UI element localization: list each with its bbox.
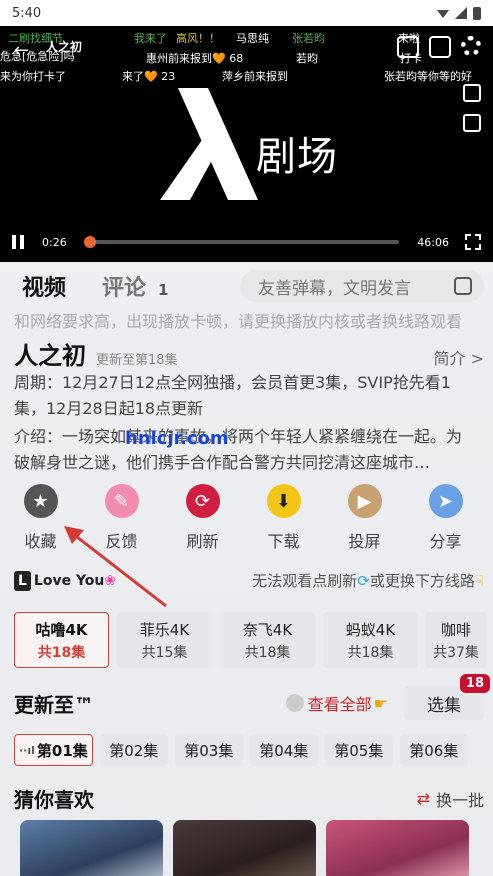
- danmaku-toggle-icon[interactable]: [463, 84, 481, 102]
- pip-icon[interactable]: [397, 36, 419, 58]
- video-player[interactable]: 二刷找细节 我来了 高风！！ 马思纯 张若昀 来啦 ← 人之初 危急[危急险]吗…: [0, 26, 493, 262]
- danmaku: 危急[危急险]吗: [0, 50, 75, 63]
- danmaku: 惠州前来报到🧡 68: [146, 52, 244, 65]
- source-hint: 无法观看点刷新⟳或更换下方线路☟: [252, 572, 484, 590]
- danmaku: 若昀: [296, 52, 318, 65]
- action-label: 分享: [429, 532, 462, 551]
- danmaku: 来为你打卡了: [0, 70, 66, 83]
- star-icon: ★: [23, 484, 58, 518]
- action-label: 投屏: [348, 532, 381, 551]
- episode-item[interactable]: 第04集: [249, 734, 318, 766]
- tab-bar: 视频 评论 1 友善弹幕，文明发言: [0, 266, 493, 306]
- status-bar: 5:40: [0, 0, 493, 26]
- summary-text: 介绍：一场突如其来的事故，将两个年轻人紧紧缠绕在一起。为破解身世之谜，他们携手合…: [14, 427, 463, 472]
- total-time: 46:06: [417, 235, 449, 249]
- notice-marquee: 和网络要求高，出现播放卡顿，请更换播放内核或者换线路观看: [14, 312, 463, 331]
- danmu-placeholder: 友善弹幕，文明发言: [258, 278, 411, 299]
- episode-item[interactable]: 第05集: [324, 734, 393, 766]
- danmaku: 来了🧡 23: [122, 70, 176, 83]
- episode-list: ··ıl 第01集 第02集 第03集 第04集 第05集 第06集: [14, 734, 493, 766]
- source-option[interactable]: 奈飞4K 共18集: [220, 612, 315, 668]
- source-option[interactable]: 菲乐4K 共15集: [117, 612, 212, 668]
- share-button[interactable]: ➤ 分享: [405, 484, 486, 552]
- episode-item[interactable]: ··ıl 第01集: [14, 734, 93, 766]
- schedule-text: 周期：12月27日12点全网独播，会员首更3集，SVIP抢先看1集，12月28日…: [14, 373, 451, 418]
- danmaku: 张若昀等你等的好: [384, 70, 472, 83]
- danmaku-settings-icon[interactable]: [463, 114, 481, 132]
- recommend-list: [20, 820, 493, 876]
- tab-comment-label: 评论: [102, 276, 147, 301]
- danmaku: 马思纯: [236, 32, 269, 45]
- love-you-sticker: L Love You❀: [14, 570, 116, 591]
- update-title: 更新至™: [14, 692, 94, 717]
- comment-count: 1: [158, 281, 169, 299]
- pause-icon[interactable]: [12, 235, 26, 249]
- tab-video[interactable]: 视频: [22, 270, 66, 302]
- battery-icon: [473, 6, 481, 20]
- recommend-poster[interactable]: [173, 820, 316, 876]
- action-label: 收藏: [24, 532, 57, 551]
- pointing-down-icon: ☟: [474, 572, 484, 590]
- episode-item[interactable]: 第02集: [99, 734, 168, 766]
- cast-button[interactable]: ▶ 投屏: [324, 484, 405, 552]
- danmu-input[interactable]: 友善弹幕，文明发言: [240, 270, 484, 302]
- tv-icon: ▶: [347, 484, 382, 518]
- x-logo-icon: [160, 88, 258, 200]
- danmaku: 我来了: [134, 32, 167, 45]
- download-icon: ⬇: [266, 484, 301, 518]
- source-option[interactable]: 咕噜4K 共18集: [14, 612, 109, 668]
- guess-title: 猜你喜欢: [14, 788, 94, 812]
- status-time: 5:40: [12, 5, 42, 21]
- refresh-button[interactable]: ⟳ 刷新: [162, 484, 243, 552]
- download-button[interactable]: ⬇ 下载: [243, 484, 324, 552]
- tab-comment[interactable]: 评论 1: [102, 270, 168, 302]
- current-time: 0:26: [42, 235, 67, 249]
- episode-picker-button[interactable]: 选集 18: [404, 674, 490, 720]
- signal-icon: [455, 7, 467, 19]
- logo-text: 剧场: [256, 134, 338, 180]
- pencil-icon: ✎: [104, 484, 139, 518]
- danmaku: 萍乡前来报到: [222, 70, 288, 83]
- danmu-settings-icon[interactable]: [454, 277, 472, 295]
- progress-bar[interactable]: [84, 236, 400, 248]
- source-list: 咕噜4K 共18集 菲乐4K 共15集 奈飞4K 共18集 蚂蚁4K 共18集 …: [14, 612, 493, 668]
- episode-item[interactable]: 第06集: [399, 734, 468, 766]
- player-controls: 0:26 46:06: [0, 222, 493, 262]
- source-option[interactable]: 蚂蚁4K 共18集: [323, 612, 418, 668]
- update-status: 更新至第18集: [96, 353, 178, 368]
- tv-cast-icon[interactable]: [429, 36, 451, 58]
- progress-knob[interactable]: [84, 236, 97, 248]
- refresh-icon: ⟳: [185, 484, 220, 518]
- source-option[interactable]: 咖啡 共37集: [426, 612, 486, 668]
- action-label: 下载: [267, 532, 300, 551]
- recommend-poster[interactable]: [20, 820, 163, 876]
- pointing-hand-icon: ☛: [373, 693, 388, 713]
- show-title: 人之初: [14, 342, 86, 370]
- action-label: 刷新: [186, 532, 219, 551]
- episode-count-badge: 18: [459, 674, 490, 693]
- fullscreen-icon[interactable]: [465, 234, 481, 250]
- danmaku: 张若昀: [292, 32, 325, 45]
- playing-icon: ··ıl: [19, 743, 35, 757]
- watermark: hnlcjr.com: [125, 428, 229, 449]
- episode-item[interactable]: 第03集: [174, 734, 243, 766]
- pointer-arrow-icon: [64, 526, 167, 608]
- refresh-small-icon: ⟳: [357, 572, 370, 590]
- wifi-icon: [437, 10, 449, 18]
- gear-icon[interactable]: [461, 36, 481, 56]
- share-icon: ➤: [428, 484, 463, 518]
- see-all-link[interactable]: 查看全部 ☛: [285, 691, 388, 715]
- danmaku: 高风！！: [176, 32, 220, 45]
- swap-icon: ⇄: [416, 789, 430, 808]
- intro-link[interactable]: 简介 >: [434, 345, 485, 369]
- recommend-poster[interactable]: [326, 820, 469, 876]
- swap-batch-button[interactable]: ⇄ 换一批: [417, 787, 484, 811]
